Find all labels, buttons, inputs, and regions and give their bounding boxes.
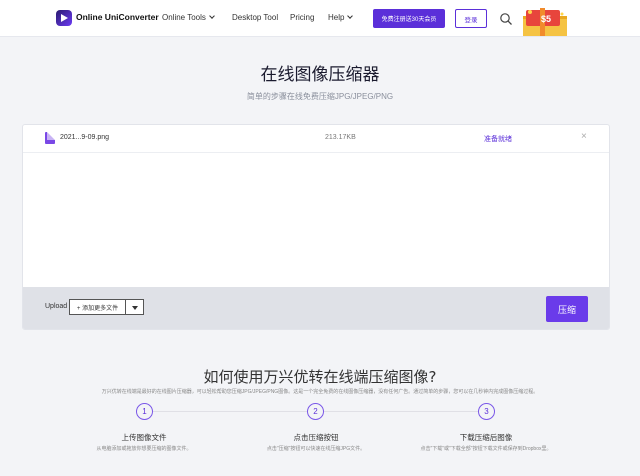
nav-desktop-tool[interactable]: Desktop Tool bbox=[232, 13, 278, 22]
upload-label: Upload bbox=[45, 303, 68, 310]
free-signup-button[interactable]: 免费注册送30天会员 bbox=[373, 9, 445, 28]
login-button[interactable]: 登录 bbox=[455, 9, 487, 28]
close-icon[interactable]: × bbox=[581, 132, 587, 142]
page-subtitle: 简单的步骤在线免费压缩JPG/JPEG/PNG bbox=[246, 92, 394, 101]
nav-help[interactable]: Help bbox=[328, 13, 354, 22]
add-more-files-button[interactable]: + 添加更多文件 bbox=[69, 299, 126, 315]
nav-help-label: Help bbox=[328, 13, 345, 22]
nav-pricing-label: Pricing bbox=[290, 13, 315, 22]
image-file-icon bbox=[45, 132, 55, 144]
step-title-3: 下载压缩后图像 bbox=[459, 433, 513, 442]
file-row: 2021...9-09.png 213.17KB 准备就绪 × bbox=[23, 125, 609, 153]
file-status: 准备就绪 bbox=[484, 136, 512, 143]
step-number-1: 1 bbox=[136, 403, 153, 420]
step-title-2: 点击压缩按钮 bbox=[293, 433, 339, 442]
chevron-down-icon bbox=[209, 13, 215, 19]
step-number-3: 3 bbox=[478, 403, 495, 420]
chevron-down-icon bbox=[347, 13, 354, 19]
step-title-1: 上传图像文件 bbox=[121, 433, 167, 442]
nav-pricing[interactable]: Pricing bbox=[290, 13, 314, 22]
nav-online-tools-label: Online Tools bbox=[162, 13, 206, 22]
nav-desktop-tool-label: Desktop Tool bbox=[232, 13, 279, 22]
step-number-2: 2 bbox=[307, 403, 324, 420]
step-desc-3: 点击"下载"或"下载全部"按钮下载文件或保存到Dropbox里。 bbox=[420, 446, 552, 452]
step-desc-2: 点击"压缩"按钮可以快速在线压缩JPG文件。 bbox=[266, 446, 366, 452]
logo-icon[interactable] bbox=[56, 10, 72, 26]
page-title: 在线图像压缩器 bbox=[260, 65, 380, 85]
uploader-card: 2021...9-09.png 213.17KB 准备就绪 × Upload +… bbox=[22, 124, 610, 330]
file-size: 213.17KB bbox=[325, 134, 356, 141]
gift-promo-text: $5 bbox=[541, 14, 552, 24]
how-to-title: 如何使用万兴优转在线端压缩图像? bbox=[203, 368, 437, 386]
step-desc-1: 从电脑添加或拖放你想要压缩的图像文件。 bbox=[96, 446, 192, 452]
search-icon[interactable] bbox=[499, 12, 513, 26]
file-name: 2021...9-09.png bbox=[60, 134, 110, 141]
how-to-description: 万兴优转在线端是最好的在线图片压缩器，可以轻松帮助您压缩JPG/JPEG/PNG… bbox=[101, 389, 539, 395]
compress-button[interactable]: 压缩 bbox=[546, 296, 588, 322]
nav-online-tools[interactable]: Online Tools bbox=[162, 13, 215, 22]
add-source-dropdown-button[interactable] bbox=[126, 299, 144, 315]
top-nav: Online UniConverter Online Tools Desktop… bbox=[0, 0, 640, 37]
brand-name[interactable]: Online UniConverter bbox=[76, 12, 159, 22]
uploader-toolbar: Upload + 添加更多文件 压缩 bbox=[23, 287, 609, 329]
